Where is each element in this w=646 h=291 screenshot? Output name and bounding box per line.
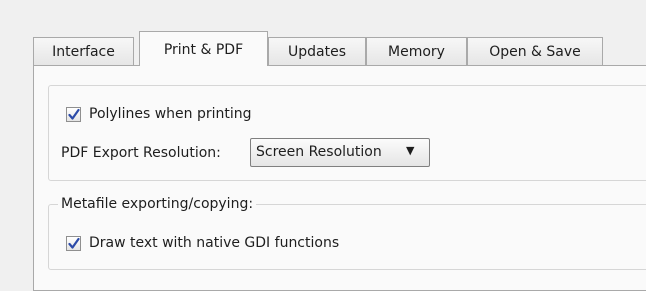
tab-memory-label: Memory <box>388 43 445 60</box>
tab-updates-label: Updates <box>288 43 346 60</box>
preferences-dialog: Interface Print & PDF Updates Memory Ope… <box>0 0 646 291</box>
native-gdi-checkbox[interactable] <box>66 236 81 251</box>
tab-print-pdf[interactable]: Print & PDF <box>139 31 268 66</box>
pdf-export-resolution-label: PDF Export Resolution: <box>61 145 221 161</box>
tab-open-save[interactable]: Open & Save <box>467 37 603 65</box>
checkmark-icon <box>68 108 80 120</box>
tab-updates[interactable]: Updates <box>268 37 366 65</box>
polylines-label[interactable]: Polylines when printing <box>89 106 252 122</box>
native-gdi-label[interactable]: Draw text with native GDI functions <box>89 235 339 251</box>
tab-interface[interactable]: Interface <box>33 37 134 65</box>
pdf-export-resolution-value: Screen Resolution <box>256 144 382 160</box>
tab-open-save-label: Open & Save <box>489 43 581 60</box>
tab-interface-label: Interface <box>52 43 115 60</box>
checkmark-icon <box>68 237 80 249</box>
tab-memory[interactable]: Memory <box>366 37 467 65</box>
metafile-group-title: Metafile exporting/copying: <box>58 196 257 212</box>
tab-print-pdf-label: Print & PDF <box>163 42 244 58</box>
dropdown-arrow-icon: ▼ <box>406 144 415 157</box>
pdf-export-resolution-dropdown[interactable]: Screen Resolution ▼ <box>250 138 430 167</box>
polylines-checkbox[interactable] <box>66 107 81 122</box>
